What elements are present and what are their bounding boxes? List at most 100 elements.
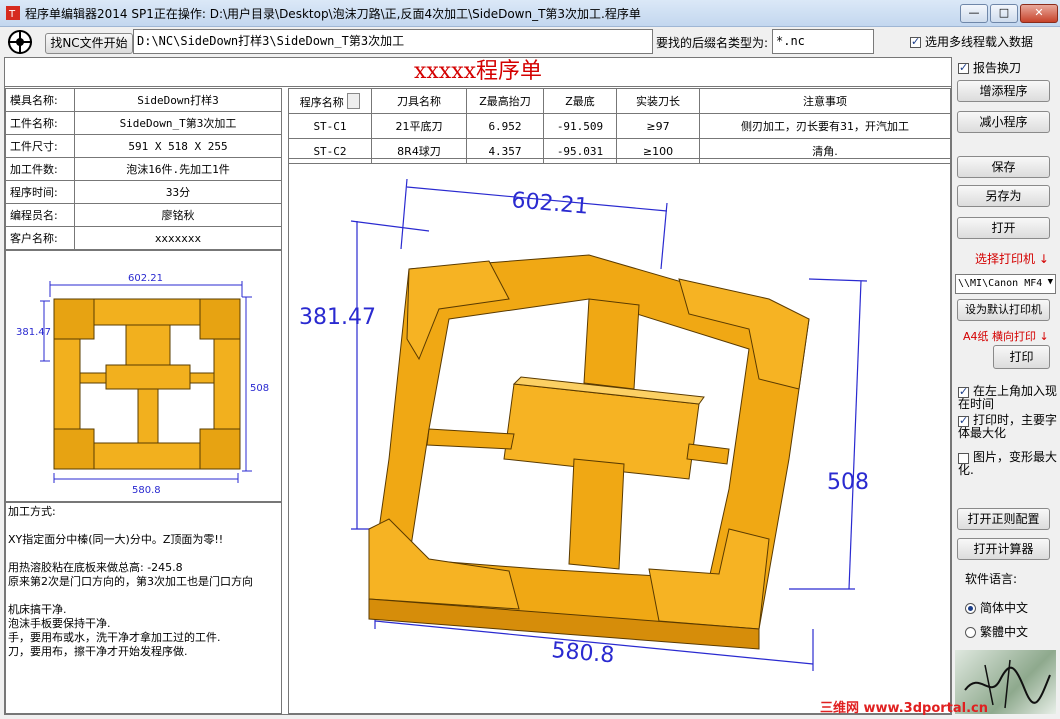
select-printer-label: 选择打印机 ↓ bbox=[975, 252, 1049, 266]
info-value[interactable]: SideDown_T第3次加工 bbox=[74, 111, 282, 135]
note-line: 原来第2次是门口方向的，第3次加工也是门口方向 bbox=[8, 575, 253, 588]
chevron-down-icon[interactable]: ▼ bbox=[1048, 277, 1053, 287]
remove-program-button[interactable]: 减小程序 bbox=[957, 111, 1050, 133]
note-line: XY指定面分中榛(同一大)分中。Z顶面为零!! bbox=[8, 533, 224, 546]
multithread-checkbox[interactable] bbox=[910, 35, 921, 48]
report-tool-change-label: 报告换刀 bbox=[973, 61, 1022, 75]
info-value[interactable]: 泡沫16件.先加工1件 bbox=[74, 157, 282, 181]
lang-traditional-option[interactable]: 繁體中文 bbox=[965, 623, 1028, 640]
info-row: 模具名称: SideDown打样3 bbox=[5, 88, 282, 112]
column-toggle-button[interactable] bbox=[347, 92, 361, 109]
save-button[interactable]: 保存 bbox=[957, 156, 1050, 178]
info-value[interactable]: 廖铭秋 bbox=[74, 203, 282, 227]
info-row: 客户名称: xxxxxxx bbox=[5, 226, 282, 250]
info-row: 程序时间: 33分 bbox=[5, 180, 282, 204]
dim-left: 381.47 bbox=[299, 305, 376, 330]
add-time-checkbox[interactable] bbox=[958, 385, 969, 398]
lang-simplified-label: 简体中文 bbox=[980, 601, 1029, 615]
cell-z-min: -91.509 bbox=[543, 113, 617, 139]
part-thumbnail[interactable]: 602.21 381.47 508 580.8 bbox=[5, 250, 282, 502]
multithread-label: 选用多线程载入数据 bbox=[925, 35, 1034, 49]
add-program-button[interactable]: 增添程序 bbox=[957, 80, 1050, 102]
add-time-label: 在左上角加入现在时间 bbox=[958, 384, 1058, 411]
dim-top: 602.21 bbox=[510, 188, 589, 220]
info-key: 工件名称: bbox=[5, 111, 75, 135]
cell-program: ST-C1 bbox=[288, 113, 372, 139]
lang-traditional-label: 繁體中文 bbox=[980, 625, 1029, 639]
dim-bottom: 580.8 bbox=[550, 638, 615, 668]
lang-simplified-option[interactable]: 简体中文 bbox=[965, 599, 1028, 616]
program-sheet: xxxxx程序单 模具名称: SideDown打样3 工件名称: SideDown_… bbox=[4, 57, 952, 715]
window-title: 程序单编辑器2014 SP1正在操作: D:\用户目录\Desktop\泡沫刀路… bbox=[25, 7, 641, 21]
info-row: 加工件数: 泡沫16件.先加工1件 bbox=[5, 157, 282, 181]
deform-image-option[interactable]: 图片，变形最大化. bbox=[958, 451, 1058, 477]
note-line: 加工方式: bbox=[8, 505, 56, 518]
tool-table: 程序名称 刀具名称 Z最高抬刀 Z最底 实装刀长 注意事项 ST-C1 21平底… bbox=[288, 88, 951, 164]
dim-right: 508 bbox=[827, 470, 869, 495]
cell-notes: 侧刃加工，刃长要有31，开汽加工 bbox=[699, 113, 951, 139]
thumb-dim-right: 508 bbox=[250, 383, 269, 394]
info-value[interactable]: 33分 bbox=[74, 180, 282, 204]
crosshair-icon[interactable] bbox=[6, 28, 34, 56]
document-title: xxxxx程序单 bbox=[5, 58, 951, 87]
deform-image-checkbox[interactable] bbox=[958, 453, 969, 464]
suffix-input[interactable]: *.nc bbox=[772, 29, 874, 54]
thumb-dim-bottom: 580.8 bbox=[132, 485, 161, 496]
info-key: 编程员名: bbox=[5, 203, 75, 227]
header-tool-name: 刀具名称 bbox=[371, 88, 467, 114]
lang-traditional-radio[interactable] bbox=[965, 627, 976, 638]
language-label: 软件语言: bbox=[965, 572, 1018, 586]
info-value[interactable]: xxxxxxx bbox=[74, 226, 282, 250]
note-line: 刀，要用布，擦干净才开始发程序做. bbox=[8, 645, 188, 658]
deform-image-label: 图片，变形最大化. bbox=[958, 450, 1058, 477]
info-key: 加工件数: bbox=[5, 157, 75, 181]
cell-tool: 21平底刀 bbox=[371, 113, 467, 139]
table-row[interactable]: ST-C1 21平底刀 6.952 -91.509 ≥97 侧刃加工，刃长要有3… bbox=[288, 113, 951, 139]
machining-notes[interactable]: 加工方式: XY指定面分中榛(同一大)分中。Z顶面为零!! 用热溶胶粘在底板来做… bbox=[5, 502, 282, 714]
header-tool-length: 实装刀长 bbox=[616, 88, 700, 114]
info-key: 程序时间: bbox=[5, 180, 75, 204]
info-table: 模具名称: SideDown打样3 工件名称: SideDown_T第3次加工 工件… bbox=[5, 88, 282, 250]
find-nc-file-button[interactable]: 找NC文件开始 bbox=[45, 33, 133, 54]
part-drawing[interactable]: 602.21 381.47 508 580.8 bbox=[288, 158, 951, 714]
info-value[interactable]: SideDown打样3 bbox=[74, 88, 282, 112]
note-line: 泡沫手板要保持干净. bbox=[8, 617, 111, 630]
multithread-option[interactable]: 选用多线程载入数据 bbox=[910, 33, 1033, 50]
note-line: 机床搞干净. bbox=[8, 603, 67, 616]
report-tool-change-checkbox[interactable] bbox=[958, 61, 969, 74]
note-line: 用热溶胶粘在底板来做总高: -245.8 bbox=[8, 561, 183, 574]
set-default-printer-button[interactable]: 设为默认打印机 bbox=[957, 299, 1050, 321]
maximize-font-label: 打印时，主要字体最大化 bbox=[958, 413, 1058, 440]
open-button[interactable]: 打开 bbox=[957, 217, 1050, 239]
isometric-drawing: 602.21 381.47 508 580.8 bbox=[299, 178, 869, 671]
thumb-dim-top: 602.21 bbox=[128, 273, 163, 284]
lang-simplified-radio[interactable] bbox=[965, 603, 976, 614]
paper-orientation-label: A4纸 横向打印 ↓ bbox=[963, 330, 1049, 343]
close-button[interactable]: ✕ bbox=[1020, 4, 1058, 23]
open-rule-config-button[interactable]: 打开正则配置 bbox=[957, 508, 1050, 530]
app-icon: T bbox=[6, 6, 20, 20]
minimize-button[interactable]: — bbox=[960, 4, 988, 23]
info-row: 工件尺寸: 591 X 518 X 255 bbox=[5, 134, 282, 158]
header-z-min: Z最底 bbox=[543, 88, 617, 114]
print-button[interactable]: 打印 bbox=[993, 345, 1050, 369]
suffix-label: 要找的后缀名类型为: bbox=[656, 36, 769, 50]
maximize-font-option[interactable]: 打印时，主要字体最大化 bbox=[958, 414, 1058, 440]
info-key: 工件尺寸: bbox=[5, 134, 75, 158]
maximize-font-checkbox[interactable] bbox=[958, 414, 969, 427]
thumbnail-drawing: 602.21 381.47 508 580.8 bbox=[16, 273, 269, 496]
info-value[interactable]: 591 X 518 X 255 bbox=[74, 134, 282, 158]
add-time-option[interactable]: 在左上角加入现在时间 bbox=[958, 385, 1058, 411]
note-line bbox=[8, 589, 279, 603]
printer-select[interactable]: \\MI\Canon MF4 ▼ bbox=[955, 274, 1056, 294]
open-calculator-button[interactable]: 打开计算器 bbox=[957, 538, 1050, 560]
report-tool-change-option[interactable]: 报告换刀 bbox=[958, 59, 1021, 76]
note-line bbox=[8, 547, 279, 561]
cell-z-max: 6.952 bbox=[466, 113, 544, 139]
maximize-button[interactable]: □ bbox=[990, 4, 1018, 23]
site-watermark: 三维网 www.3dportal.cn bbox=[820, 701, 989, 716]
save-as-button[interactable]: 另存为 bbox=[957, 185, 1050, 207]
thumb-dim-left: 381.47 bbox=[16, 327, 51, 338]
nc-path-field[interactable]: D:\NC\SideDown打样3\SideDown_T第3次加工 bbox=[133, 29, 653, 54]
printer-select-value: \\MI\Canon MF4 bbox=[958, 278, 1043, 289]
